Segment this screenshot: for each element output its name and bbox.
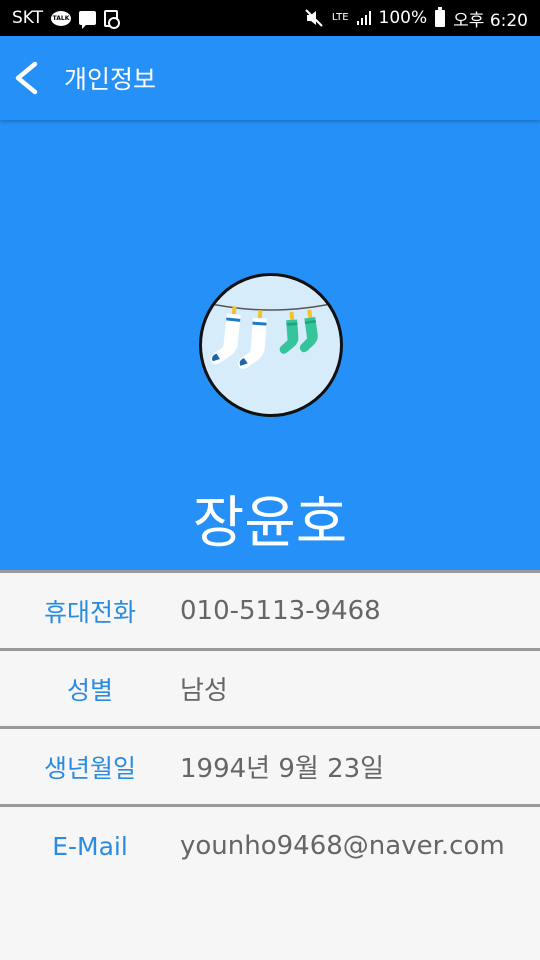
chevron-left-icon — [15, 61, 38, 95]
avatar[interactable] — [199, 273, 343, 417]
email-value: younho9468@naver.com — [180, 831, 505, 861]
mute-icon — [304, 9, 324, 27]
info-row-email: E-Mail younho9468@naver.com — [0, 807, 540, 885]
socks-clothesline-image — [202, 301, 340, 369]
profile-name: 장윤호 — [192, 491, 348, 556]
message-icon — [79, 11, 97, 29]
status-bar: SKT TALK LTE 100% 오후 6:20 — [0, 0, 540, 36]
kakaotalk-icon: TALK — [51, 10, 72, 26]
lte-icon: LTE — [331, 12, 349, 23]
phone-value: 010-5113-9468 — [180, 595, 381, 626]
status-left: SKT TALK — [12, 8, 121, 29]
doc-sync-icon — [104, 9, 121, 29]
phone-label: 휴대전화 — [43, 597, 136, 627]
info-row-gender: 성별 남성 — [0, 651, 540, 729]
gender-value: 남성 — [180, 676, 228, 706]
talk-badge: TALK — [51, 10, 72, 26]
carrier-label: SKT — [12, 8, 44, 28]
battery-icon — [435, 6, 446, 27]
info-list: 휴대전화 010-5113-9468 성별 남성 생년월일 1994년 9월 2… — [0, 570, 540, 885]
info-row-phone: 휴대전화 010-5113-9468 — [0, 573, 540, 651]
gender-label: 성별 — [66, 675, 113, 705]
signal-icon — [356, 11, 371, 25]
page-title: 개인정보 — [64, 65, 157, 94]
birthday-label: 생년월일 — [43, 753, 136, 783]
clock: 오후 6:20 — [453, 10, 528, 31]
status-right: LTE 100% 오후 6:20 — [304, 6, 528, 31]
info-row-birthday: 생년월일 1994년 9월 23일 — [0, 729, 540, 807]
birthday-value: 1994년 9월 23일 — [180, 754, 385, 784]
battery-percent: 100% — [378, 8, 428, 28]
email-label: E-Mail — [52, 831, 128, 861]
app-bar: 개인정보 — [0, 36, 540, 120]
profile-header: 장윤호 — [0, 120, 540, 570]
back-button[interactable] — [0, 36, 54, 120]
